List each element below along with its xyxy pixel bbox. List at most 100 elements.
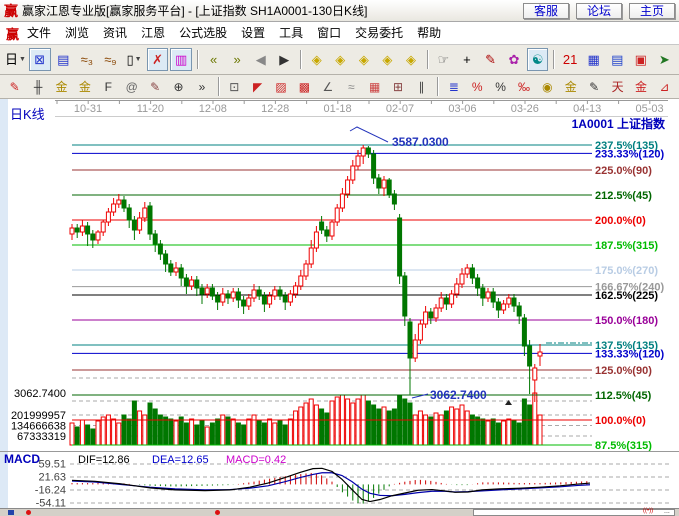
notepad-icon[interactable]: ▤: [606, 48, 628, 71]
calendar-21-icon[interactable]: 21: [559, 48, 581, 71]
menu-item-帮助[interactable]: 帮助: [417, 26, 441, 40]
menu-item-窗口[interactable]: 窗口: [317, 26, 341, 40]
zoom-diamond-4-icon[interactable]: ◈: [377, 48, 399, 71]
candle-body: [429, 312, 433, 318]
zoom-diamond-2-icon[interactable]: ◈: [329, 48, 351, 71]
hatch-box-tool-icon[interactable]: ▨: [270, 77, 291, 97]
grid-tool-icon[interactable]: ╫: [27, 77, 48, 97]
zoom-diamond-5-icon[interactable]: ◈: [400, 48, 422, 71]
candle-body: [476, 278, 480, 288]
candle-body: [112, 204, 116, 212]
candle-body: [455, 284, 459, 294]
brush-tool-icon[interactable]: ✎: [4, 77, 25, 97]
wave-tool-icon[interactable]: ≈: [341, 77, 362, 97]
volume-bar: [486, 421, 490, 445]
menu-item-公式选股[interactable]: 公式选股: [179, 26, 227, 40]
menu-item-资讯[interactable]: 资讯: [103, 26, 127, 40]
toolbar-separator: [427, 50, 428, 69]
gann-brain-icon[interactable]: ☯: [527, 48, 549, 71]
gold-grid-1-icon[interactable]: 金: [51, 77, 72, 97]
last-page-icon[interactable]: »: [226, 48, 248, 71]
angle-tool-icon[interactable]: ✎: [480, 48, 502, 71]
gann-level-label: 162.5%(225): [595, 290, 658, 302]
sky-wave-tool-icon[interactable]: 天: [607, 77, 628, 97]
volume-bar: [205, 427, 209, 445]
parallel-lines-tool-icon[interactable]: ∥: [411, 77, 432, 97]
ink-pen-tool-icon[interactable]: ✎: [584, 77, 605, 97]
menu-item-设置[interactable]: 设置: [241, 26, 265, 40]
toolbar-separator: [300, 50, 301, 69]
gold-red-tool-icon[interactable]: 金: [630, 77, 651, 97]
candle-body: [382, 180, 386, 188]
titlebar-button-3[interactable]: 主页: [629, 3, 675, 19]
prev-bar-icon[interactable]: ◀: [250, 48, 272, 71]
frame-tool-icon[interactable]: ⊡: [224, 77, 245, 97]
volume-bar: [86, 425, 90, 445]
pattern-view-icon[interactable]: ⊠: [29, 48, 51, 71]
minute-3-icon[interactable]: ≈₃: [76, 48, 98, 71]
percent-tool-icon[interactable]: %: [490, 77, 511, 97]
candle-body: [174, 268, 178, 272]
circle-cross-tool-icon[interactable]: ⊕: [168, 77, 189, 97]
red-grid-tool-icon[interactable]: ▦: [364, 77, 385, 97]
status-red-dot-1: [26, 510, 31, 515]
candle-body: [148, 206, 152, 234]
candle-body: [450, 294, 454, 304]
ruler-chart-tool-icon[interactable]: ≣: [443, 77, 464, 97]
minute-9-icon[interactable]: ≈₉: [100, 48, 122, 71]
menu-item-交易委托[interactable]: 交易委托: [355, 26, 403, 40]
zoom-diamond-3-icon[interactable]: ◈: [353, 48, 375, 71]
more-tools-icon[interactable]: »: [191, 77, 212, 97]
candle-body: [486, 292, 490, 298]
save-disk-icon[interactable]: ▣: [630, 48, 652, 71]
titlebar-button-1[interactable]: 客服: [523, 3, 569, 19]
first-page-icon[interactable]: «: [203, 48, 225, 71]
grid-arrow-tool-icon[interactable]: ⊞: [387, 77, 408, 97]
angle-lines-tool-icon[interactable]: ∠: [317, 77, 338, 97]
candle-body: [257, 290, 261, 296]
volume-bar: [320, 409, 324, 445]
spiral-tool-icon[interactable]: @: [121, 77, 142, 97]
volume-bar: [377, 409, 381, 445]
kline-type-icon[interactable]: 日▼: [4, 48, 27, 71]
gold-circle-tool-icon[interactable]: ◉: [537, 77, 558, 97]
gann-level-label: 233.33%(120): [595, 148, 664, 160]
menu-item-文件[interactable]: 文件: [27, 26, 51, 40]
volume-bar: [460, 405, 464, 445]
figure-tool-icon[interactable]: ✗: [147, 48, 169, 71]
gold-line-tool-icon[interactable]: 金: [560, 77, 581, 97]
permille-tool-icon[interactable]: ‰: [513, 77, 534, 97]
fibonacci-tool-icon[interactable]: F: [98, 77, 119, 97]
candle-body: [221, 294, 225, 302]
zoom-diamond-1-icon[interactable]: ◈: [306, 48, 328, 71]
toolbar-separator: [437, 77, 438, 96]
candle-style-icon[interactable]: ▯▼: [123, 48, 145, 71]
calculator-icon[interactable]: ▦: [583, 48, 605, 71]
date-label: 05-03: [636, 103, 664, 115]
menu-item-江恩[interactable]: 江恩: [141, 26, 165, 40]
titlebar-button-2[interactable]: 论坛: [576, 3, 622, 19]
ray-box-tool-icon[interactable]: ▩: [294, 77, 315, 97]
percent-strike-tool-icon[interactable]: %: [466, 77, 487, 97]
color-chart-icon[interactable]: ▥: [170, 48, 192, 71]
menu-item-工具[interactable]: 工具: [279, 26, 303, 40]
gold-grid-2-icon[interactable]: 金: [74, 77, 95, 97]
info-panel-icon[interactable]: ▤: [53, 48, 75, 71]
candle-body: [351, 166, 355, 180]
volume-bar: [200, 421, 204, 445]
fan-tool-icon[interactable]: ◤: [247, 77, 268, 97]
next-bar-icon[interactable]: ▶: [273, 48, 295, 71]
export-icon[interactable]: ➤: [654, 48, 676, 71]
pen-grid-tool-icon[interactable]: ✎: [144, 77, 165, 97]
macd-title: MACD: [4, 452, 40, 466]
crosshair-tool-icon[interactable]: +: [456, 48, 478, 71]
j-angle-tool-icon[interactable]: ⊿: [654, 77, 675, 97]
gann-level-label: 225.0%(90): [595, 165, 652, 177]
hand-tool-icon[interactable]: ☞: [433, 48, 455, 71]
menu-item-浏览[interactable]: 浏览: [65, 26, 89, 40]
candle-body: [205, 288, 209, 294]
menu-items: 文件浏览资讯江恩公式选股设置工具窗口交易委托帮助: [27, 24, 455, 42]
flower-tool-icon[interactable]: ✿: [503, 48, 525, 71]
volume-bar: [132, 401, 136, 445]
candle-body: [392, 194, 396, 204]
